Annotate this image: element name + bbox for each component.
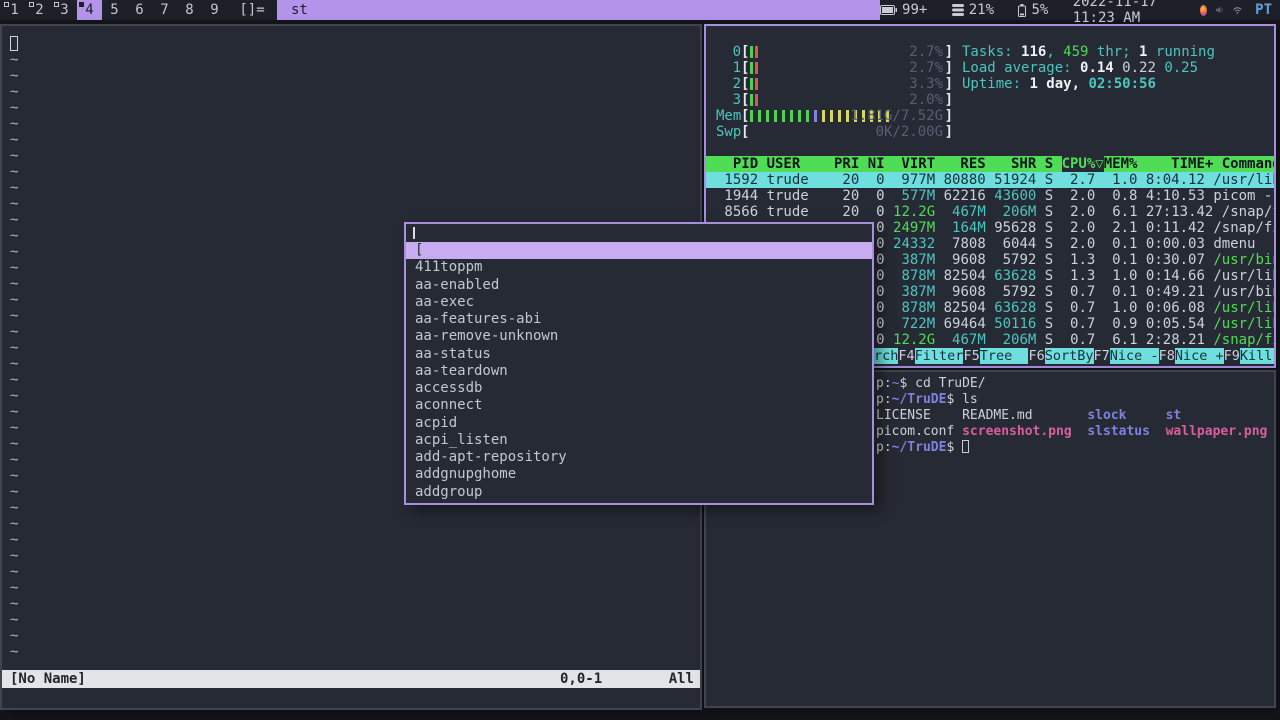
dmenu-item[interactable]: add-apt-repository — [406, 449, 872, 466]
dmenu-item[interactable]: addgnupghome — [406, 466, 872, 483]
process-row[interactable]: 8566 trude 20 0 12.2G 467M 206M S 2.0 6.… — [706, 204, 1274, 220]
dmenu-input[interactable] — [406, 224, 872, 242]
tag-6[interactable]: 6 — [127, 0, 152, 20]
dmenu-item[interactable]: aa-enabled — [406, 277, 872, 294]
dmenu-item[interactable]: aa-features-abi — [406, 311, 872, 328]
storage-status: 21% — [951, 2, 995, 18]
tag-2[interactable]: 2 — [27, 0, 52, 20]
tag-occupied-indicator — [79, 2, 84, 7]
battery-low-icon — [1018, 3, 1027, 17]
tag-5[interactable]: 5 — [102, 0, 127, 20]
battery-low-percent: 5% — [1031, 2, 1049, 18]
terminal-line: p:~$ cd TruDE/ — [876, 376, 986, 391]
dmenu-item[interactable]: accessdb — [406, 380, 872, 397]
wifi-icon[interactable] — [1233, 5, 1242, 16]
tag-8[interactable]: 8 — [177, 0, 202, 20]
vim-cursor — [10, 36, 18, 51]
battery-percent: 99+ — [902, 2, 928, 18]
tag-occupied-indicator — [29, 2, 34, 7]
dmenu-item[interactable]: 411toppm — [406, 259, 872, 276]
volume-icon[interactable] — [1215, 4, 1224, 16]
dmenu-item[interactable]: aconnect — [406, 397, 872, 414]
tag-4[interactable]: 4 — [77, 0, 102, 20]
keyboard-layout[interactable]: PT — [1255, 2, 1272, 18]
vim-empty-lines: ~ ~ ~ ~ ~ ~ ~ ~ ~ ~ ~ ~ ~ ~ ~ ~ ~ ~ ~ ~ ~ ~ ~ ~ ~ ~ ~ ~ ~ ~ ~ ~ ~ ~ ~ ~ ~ ~ — [10, 52, 19, 660]
dmenu-item[interactable]: acpi_listen — [406, 432, 872, 449]
dmenu-text-cursor — [413, 227, 415, 239]
dmenu-item[interactable]: aa-exec — [406, 294, 872, 311]
vim-scroll-indicator: All — [668, 671, 694, 687]
terminal-line: p:~/TruDE$ ls — [876, 392, 978, 407]
storage-percent: 21% — [968, 2, 995, 18]
battery-low-status: 5% — [1018, 2, 1048, 18]
dmenu-item[interactable]: aa-remove-unknown — [406, 328, 872, 345]
cpu-meter-3: 3[2.0%] — [732, 92, 953, 108]
function-key-bar[interactable]: rchF4FilterF5Tree F6SortByF7Nice -F8Nice… — [874, 348, 1274, 364]
dmenu-popup[interactable]: [411toppm aa-enabled aa-exec aa-features-ab… — [404, 222, 874, 505]
storage-icon — [951, 4, 964, 16]
dmenu-item[interactable]: aa-status — [406, 346, 872, 363]
dmenu-item[interactable]: acpid — [406, 415, 872, 432]
tag-occupied-indicator — [4, 2, 9, 7]
cpu-meter-0: 0[2.7%] — [732, 44, 953, 60]
vim-statusbar: [No Name] 0,0-1 All — [2, 670, 700, 688]
battery-status: 99+ — [880, 2, 927, 18]
load-average: Load average: 0.14 0.22 0.25 — [962, 60, 1199, 76]
tag-7[interactable]: 7 — [152, 0, 177, 20]
tasks-summary: Tasks: 116, 459 thr; 1 running — [962, 44, 1215, 60]
cpu-meter-1: 1[2.7%] — [732, 60, 953, 76]
process-table-header[interactable]: PID USER PRI NI VIRT RES SHR S CPU%▽MEM%… — [706, 156, 1274, 172]
dmenu-item[interactable]: addgroup — [406, 484, 872, 501]
terminal-line: LICENSE README.md slock st — [876, 408, 1182, 423]
process-row[interactable]: 1944 trude 20 0 577M 62216 43600 S 2.0 0… — [706, 188, 1274, 204]
uptime: Uptime: 1 day, 02:50:56 — [962, 76, 1156, 92]
vim-cursor-position: 0,0-1 — [560, 671, 603, 687]
process-row[interactable]: 1592 trude 20 0 977M 80880 51924 S 2.7 1… — [706, 172, 1274, 188]
terminal-line: picom.conf screenshot.png slstatus wallp… — [876, 424, 1268, 439]
cpu-meter-2: 2[3.3%] — [732, 76, 953, 92]
top-bar: 123456789 []= st 99+ 21% 5% 2022-11-17 1… — [0, 0, 1280, 26]
tag-occupied-indicator — [54, 2, 59, 7]
dmenu-item[interactable]: [ — [406, 242, 872, 260]
tag-9[interactable]: 9 — [202, 0, 227, 20]
focused-window-title: st — [277, 0, 880, 20]
flame-icon[interactable] — [1199, 4, 1207, 16]
meter-swp: Swp[0K/2.00G] — [716, 124, 953, 140]
tag-3[interactable]: 3 — [52, 0, 77, 20]
tag-1[interactable]: 1 — [2, 0, 27, 20]
meter-mem: Mem[1.81G/7.52G] — [716, 108, 953, 124]
datetime: 2022-11-17 11:23 AM — [1072, 0, 1157, 26]
vim-filename: [No Name] — [10, 671, 86, 687]
dmenu-item-list: [411toppm aa-enabled aa-exec aa-features-ab… — [406, 242, 872, 501]
terminal-line: p:~/TruDE$ — [876, 440, 970, 456]
battery-icon — [880, 5, 898, 15]
layout-symbol[interactable]: []= — [227, 0, 277, 20]
status-area: 99+ 21% 5% 2022-11-17 11:23 AM PT — [880, 0, 1280, 26]
dmenu-item[interactable]: aa-teardown — [406, 363, 872, 380]
workspace-tags: 123456789 — [0, 0, 227, 20]
